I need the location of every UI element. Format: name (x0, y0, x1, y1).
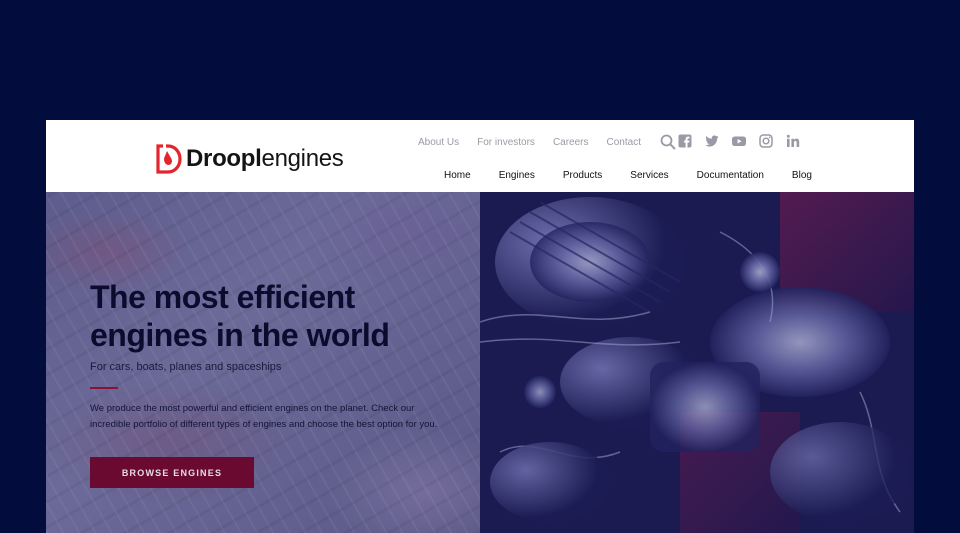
brand-logo[interactable]: Drooplengines (154, 144, 344, 174)
hero-section: The most efficient engines in the world … (46, 192, 914, 533)
linkedin-icon[interactable] (786, 134, 800, 148)
brand-name: Drooplengines (186, 144, 344, 174)
engine-photo (480, 192, 914, 533)
browser-page-frame: Drooplengines About Us For investors Car… (46, 120, 914, 533)
droopl-logo-icon (156, 144, 182, 174)
brand-name-light: engines (261, 145, 344, 172)
topnav-link-investors[interactable]: For investors (477, 137, 535, 148)
hero-description: We produce the most powerful and efficie… (90, 403, 438, 430)
search-icon[interactable] (660, 134, 676, 150)
hero-subtitle: For cars, boats, planes and spaceships (90, 361, 282, 373)
brand-name-bold: Droopl (186, 145, 262, 172)
nav-item-home[interactable]: Home (444, 170, 471, 181)
hero-title: The most efficient engines in the world (90, 279, 390, 353)
nav-item-engines[interactable]: Engines (499, 170, 535, 181)
site-header: Drooplengines About Us For investors Car… (46, 120, 914, 192)
main-nav: Home Engines Products Services Documenta… (444, 170, 812, 181)
browse-engines-button[interactable]: BROWSE ENGINES (90, 457, 254, 488)
topnav-link-careers[interactable]: Careers (553, 137, 589, 148)
social-links (678, 134, 813, 148)
nav-item-products[interactable]: Products (563, 170, 602, 181)
nav-item-blog[interactable]: Blog (792, 170, 812, 181)
topnav-link-contact[interactable]: Contact (607, 137, 641, 148)
youtube-icon[interactable] (732, 134, 746, 148)
topnav-link-about[interactable]: About Us (418, 137, 459, 148)
nav-item-services[interactable]: Services (630, 170, 668, 181)
facebook-icon[interactable] (678, 134, 692, 148)
top-utility-nav: About Us For investors Careers Contact (418, 134, 676, 150)
nav-item-documentation[interactable]: Documentation (697, 170, 764, 181)
twitter-icon[interactable] (705, 134, 719, 148)
hero-divider (90, 387, 118, 389)
hero-engine-image (480, 192, 914, 533)
instagram-icon[interactable] (759, 134, 773, 148)
